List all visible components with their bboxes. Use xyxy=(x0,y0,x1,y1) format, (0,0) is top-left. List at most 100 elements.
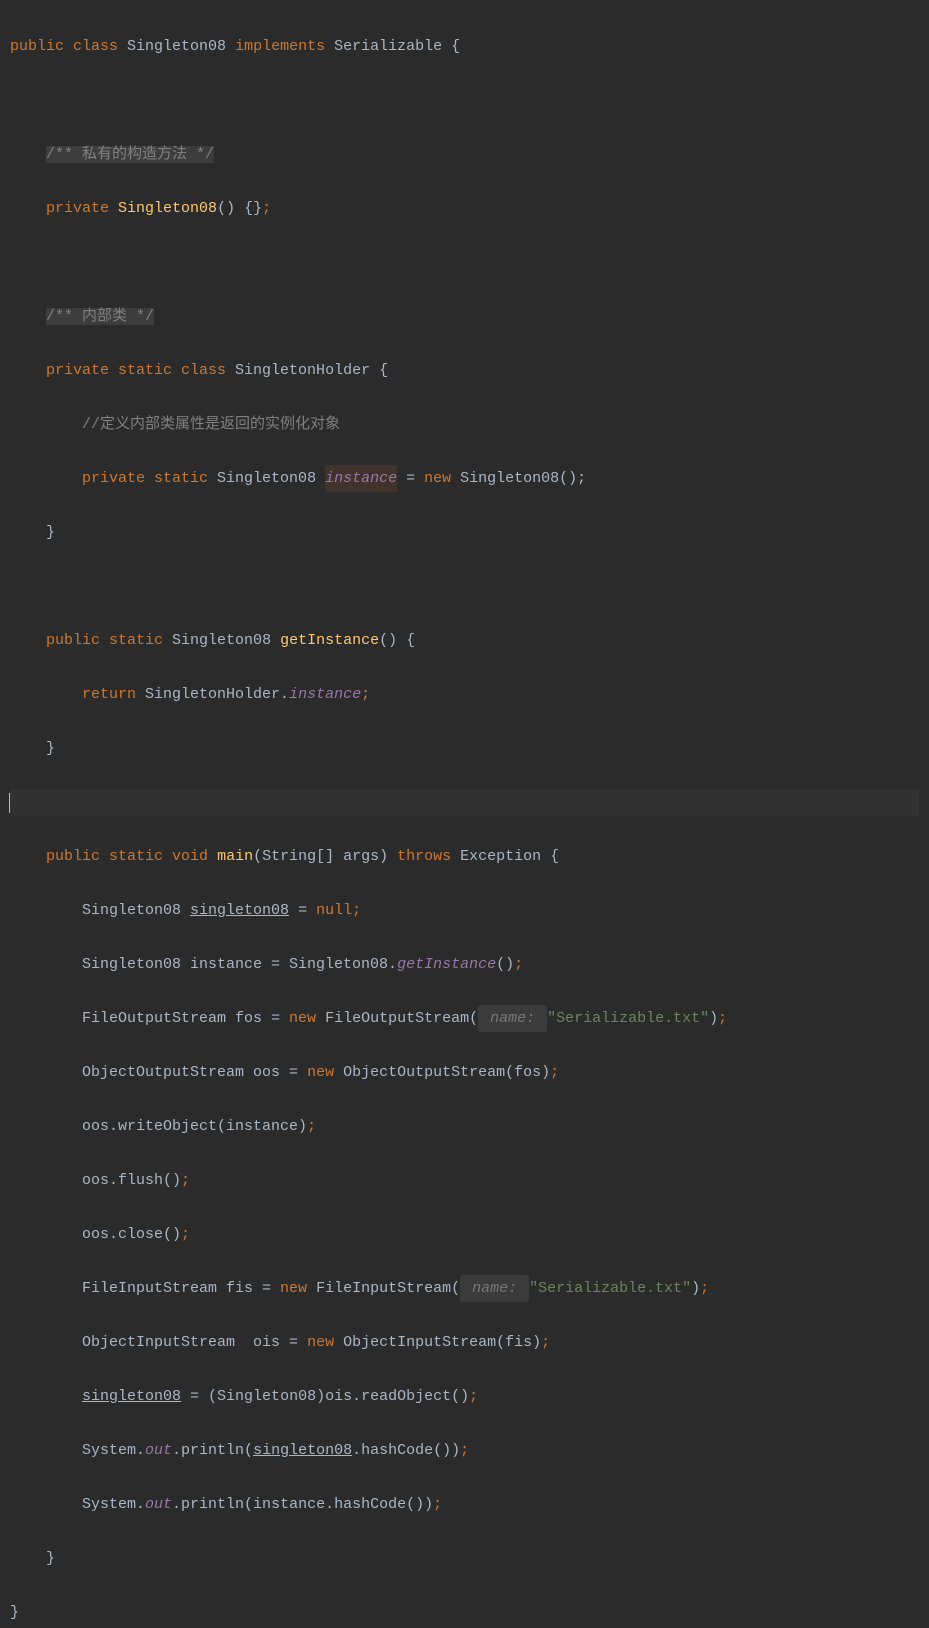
code-text: ObjectInputStream ois = xyxy=(10,1329,307,1356)
semicolon: ; xyxy=(262,195,271,222)
variable-underlined: singleton08 xyxy=(190,897,289,924)
cursor-caret xyxy=(9,793,10,813)
code-line[interactable]: } xyxy=(10,735,919,762)
keyword: implements xyxy=(235,33,325,60)
keyword: return xyxy=(82,681,136,708)
keyword: public static void xyxy=(46,843,208,870)
code-line[interactable]: ObjectOutputStream oos = new ObjectOutpu… xyxy=(10,1059,919,1086)
param-hint: name: xyxy=(460,1275,529,1302)
code-text: .println( xyxy=(172,1437,253,1464)
code-line[interactable]: singleton08 = (Singleton08)ois.readObjec… xyxy=(10,1383,919,1410)
code-text: oos.flush() xyxy=(10,1167,181,1194)
semicolon: ; xyxy=(181,1221,190,1248)
code-text xyxy=(10,465,82,492)
code-editor[interactable]: public class Singleton08 implements Seri… xyxy=(0,0,929,1628)
code-text: ) xyxy=(691,1275,700,1302)
code-text: SingletonHolder { xyxy=(226,357,388,384)
semicolon: ; xyxy=(352,897,361,924)
semicolon: ; xyxy=(307,1113,316,1140)
keyword: public class xyxy=(10,33,118,60)
code-line[interactable] xyxy=(10,573,919,600)
code-text: oos.close() xyxy=(10,1221,181,1248)
keyword: new xyxy=(307,1059,334,1086)
comment-highlight: /** 私有的构造方法 */ xyxy=(46,146,214,163)
keyword: throws xyxy=(397,843,451,870)
code-text xyxy=(109,195,118,222)
code-text: .println(instance.hashCode()) xyxy=(172,1491,433,1518)
static-field: out xyxy=(145,1491,172,1518)
code-text: SingletonHolder. xyxy=(136,681,289,708)
variable-underlined: singleton08 xyxy=(82,1383,181,1410)
keyword: private static xyxy=(82,465,208,492)
code-text: ObjectOutputStream oos = xyxy=(10,1059,307,1086)
code-line[interactable]: } xyxy=(10,1599,919,1626)
code-line[interactable] xyxy=(10,87,919,114)
code-text: oos.writeObject(instance) xyxy=(10,1113,307,1140)
code-text: } xyxy=(10,519,55,546)
code-line[interactable]: public class Singleton08 implements Seri… xyxy=(10,33,919,60)
code-line[interactable]: ObjectInputStream ois = new ObjectInputS… xyxy=(10,1329,919,1356)
code-line-current[interactable] xyxy=(10,789,919,816)
code-line[interactable]: public static void main(String[] args) t… xyxy=(10,843,919,870)
code-line[interactable]: oos.close(); xyxy=(10,1221,919,1248)
code-text xyxy=(10,843,46,870)
code-text: ObjectOutputStream(fos) xyxy=(334,1059,550,1086)
code-line[interactable]: System.out.println(singleton08.hashCode(… xyxy=(10,1437,919,1464)
code-line[interactable]: private static class SingletonHolder { xyxy=(10,357,919,384)
code-line[interactable]: System.out.println(instance.hashCode()); xyxy=(10,1491,919,1518)
semicolon: ; xyxy=(460,1437,469,1464)
code-line[interactable]: oos.writeObject(instance); xyxy=(10,1113,919,1140)
code-line[interactable]: //定义内部类属性是返回的实例化对象 xyxy=(10,411,919,438)
code-line[interactable]: Singleton08 instance = Singleton08.getIn… xyxy=(10,951,919,978)
code-text: .hashCode()) xyxy=(352,1437,460,1464)
javadoc-comment: /** 私有的构造方法 */ xyxy=(10,141,214,168)
code-text: () xyxy=(496,951,514,978)
keyword: new xyxy=(424,465,451,492)
code-text: } xyxy=(10,1545,55,1572)
code-text: System. xyxy=(10,1491,145,1518)
param-hint: name: xyxy=(478,1005,547,1032)
code-text: Exception { xyxy=(451,843,559,870)
keyword: private xyxy=(46,195,109,222)
code-text: FileInputStream( xyxy=(307,1275,460,1302)
code-line[interactable]: /** 内部类 */ xyxy=(10,303,919,330)
code-text: = (Singleton08)ois.readObject() xyxy=(181,1383,469,1410)
code-line[interactable]: private static Singleton08 instance = ne… xyxy=(10,465,919,492)
code-text: Serializable { xyxy=(325,33,460,60)
code-line[interactable]: FileInputStream fis = new FileInputStrea… xyxy=(10,1275,919,1302)
keyword-null: null xyxy=(316,897,352,924)
semicolon: ; xyxy=(181,1167,190,1194)
code-line[interactable]: /** 私有的构造方法 */ xyxy=(10,141,919,168)
code-text: Singleton08 xyxy=(163,627,280,654)
code-line[interactable]: FileOutputStream fos = new FileOutputStr… xyxy=(10,1005,919,1032)
code-text xyxy=(10,681,82,708)
code-text: = xyxy=(289,897,316,924)
code-text: Singleton08(); xyxy=(451,465,586,492)
code-text: (String[] args) xyxy=(253,843,397,870)
code-line[interactable]: Singleton08 singleton08 = null; xyxy=(10,897,919,924)
code-line[interactable]: } xyxy=(10,519,919,546)
code-text: FileOutputStream fos = xyxy=(10,1005,289,1032)
code-line[interactable]: } xyxy=(10,1545,919,1572)
code-text: ObjectInputStream(fis) xyxy=(334,1329,541,1356)
semicolon: ; xyxy=(541,1329,550,1356)
string-literal: "Serializable.txt" xyxy=(529,1275,691,1302)
code-text: Singleton08 xyxy=(208,465,325,492)
code-line[interactable] xyxy=(10,249,919,276)
code-line[interactable]: oos.flush(); xyxy=(10,1167,919,1194)
keyword: public static xyxy=(46,627,163,654)
code-text xyxy=(10,627,46,654)
code-text: () {} xyxy=(217,195,262,222)
keyword: new xyxy=(289,1005,316,1032)
code-line[interactable]: return SingletonHolder.instance; xyxy=(10,681,919,708)
method-name: getInstance xyxy=(280,627,379,654)
code-text: Singleton08 instance = Singleton08. xyxy=(10,951,397,978)
constructor-name: Singleton08 xyxy=(118,195,217,222)
code-line[interactable]: public static Singleton08 getInstance() … xyxy=(10,627,919,654)
javadoc-comment: /** 内部类 */ xyxy=(10,303,154,330)
keyword: new xyxy=(307,1329,334,1356)
line-comment: //定义内部类属性是返回的实例化对象 xyxy=(10,411,340,438)
code-text: } xyxy=(10,1599,19,1626)
code-line[interactable]: private Singleton08() {}; xyxy=(10,195,919,222)
variable-underlined: singleton08 xyxy=(253,1437,352,1464)
